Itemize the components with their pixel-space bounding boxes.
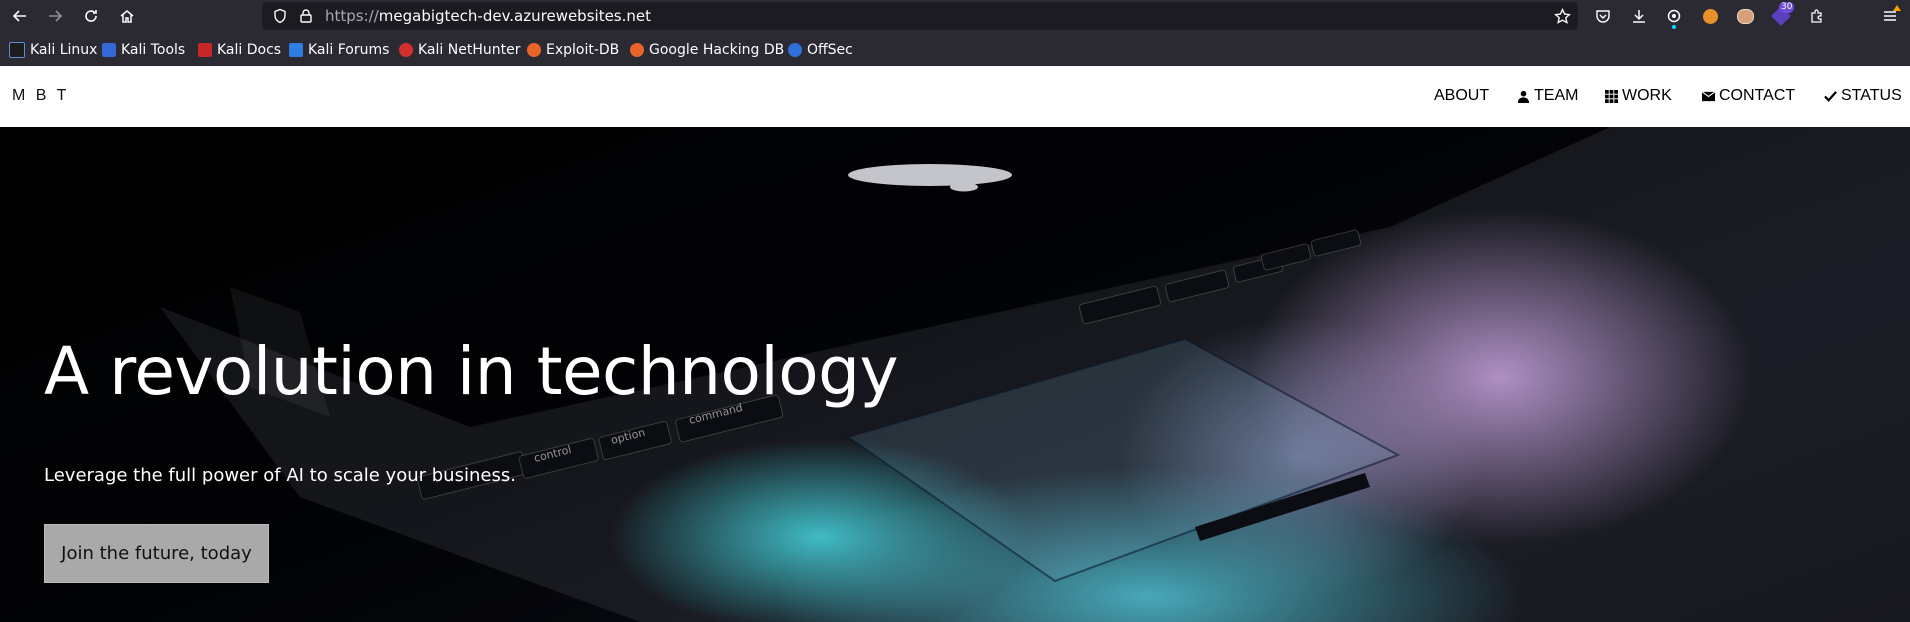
bookmark-kali-linux[interactable]: Kali Linux: [9, 41, 97, 59]
nav-work[interactable]: WORK: [1605, 87, 1672, 105]
check-icon: [1824, 90, 1837, 102]
nav-team[interactable]: TEAM: [1517, 87, 1578, 105]
bookmark-label: Kali Linux: [30, 42, 98, 58]
extensions-button[interactable]: [1805, 4, 1829, 28]
brand-logo[interactable]: M B T: [12, 87, 69, 105]
bookmark-label: Kali Forums: [308, 42, 390, 58]
nethunter-icon: [399, 43, 413, 57]
tracking-protection-shield-icon[interactable]: [272, 8, 288, 24]
nav-about[interactable]: ABOUT: [1434, 87, 1489, 105]
envelope-icon: [1702, 90, 1715, 101]
bookmark-label: Kali Tools: [121, 42, 186, 58]
forward-button[interactable]: [43, 4, 67, 28]
back-button[interactable]: [8, 4, 32, 28]
exploit-db-icon: [527, 43, 541, 57]
extension-button-1[interactable]: [1662, 4, 1686, 29]
bookmark-google-hacking-db[interactable]: Google Hacking DB: [630, 41, 784, 59]
address-bar[interactable]: https://megabigtech-dev.azurewebsites.ne…: [262, 2, 1578, 30]
browser-toolbar: https://megabigtech-dev.azurewebsites.ne…: [0, 0, 1910, 32]
pocket-icon: [1596, 10, 1610, 23]
cookie-extension-icon: [1702, 8, 1718, 24]
kali-forums-icon: [289, 43, 303, 57]
url-text[interactable]: https://megabigtech-dev.azurewebsites.ne…: [325, 7, 651, 25]
extension-gear-icon: [1667, 9, 1681, 23]
offsec-icon: [788, 43, 802, 57]
bookmark-label: Kali Docs: [217, 42, 282, 58]
bookmarks-toolbar: Kali Linux Kali Tools Kali Docs Kali For…: [0, 32, 1910, 67]
reload-icon: [85, 10, 97, 22]
url-scheme: https://: [325, 7, 379, 25]
nav-label: WORK: [1622, 87, 1672, 104]
bookmark-kali-nethunter[interactable]: Kali NetHunter: [399, 41, 520, 59]
bookmark-kali-forums[interactable]: Kali Forums: [289, 41, 389, 59]
puzzle-piece-icon: [1811, 9, 1822, 23]
menu-button[interactable]: [1878, 4, 1902, 28]
site-navbar: M B T ABOUT TEAM WORK CONTACT STATUS: [0, 66, 1910, 127]
home-icon: [120, 10, 134, 23]
forward-arrow-icon: [49, 10, 63, 22]
nav-label: ABOUT: [1434, 87, 1490, 104]
bookmark-label: OffSec: [807, 42, 853, 58]
url-host: megabigtech-dev.azurewebsites.net: [378, 7, 652, 25]
bookmark-kali-docs[interactable]: Kali Docs: [198, 41, 281, 59]
monkey-extension-icon: [1736, 8, 1754, 24]
join-cta-button[interactable]: Join the future, today: [44, 524, 269, 583]
bookmark-label: Kali NetHunter: [418, 42, 521, 58]
back-arrow-icon: [12, 10, 26, 22]
bookmark-star-icon[interactable]: [1554, 8, 1571, 25]
hero-section: control option command A revolution in t…: [0, 127, 1910, 622]
bookmark-kali-tools[interactable]: Kali Tools: [102, 41, 185, 59]
nav-label: CONTACT: [1719, 87, 1796, 104]
nav-status[interactable]: STATUS: [1824, 87, 1902, 105]
update-alert-icon: [1893, 5, 1901, 11]
home-button[interactable]: [115, 4, 139, 28]
reload-button[interactable]: [79, 4, 103, 28]
kali-tools-icon: [102, 43, 116, 57]
bookmark-offsec[interactable]: OffSec: [788, 41, 853, 59]
hero-subtitle: Leverage the full power of AI to scale y…: [44, 465, 516, 486]
extension-button-2[interactable]: [1698, 4, 1722, 28]
kali-docs-icon: [198, 43, 212, 57]
grid-icon: [1605, 89, 1618, 103]
extension-indicator-dot: [1672, 25, 1676, 29]
hero-title: A revolution in technology: [44, 333, 899, 410]
extension-badge: 30: [1779, 2, 1795, 13]
extension-button-3[interactable]: [1733, 4, 1757, 28]
bookmark-exploit-db[interactable]: Exploit-DB: [527, 41, 619, 59]
kali-dragon-icon: [9, 42, 25, 58]
download-icon: [1633, 10, 1645, 23]
lock-icon[interactable]: [298, 8, 314, 24]
nav-label: TEAM: [1534, 87, 1579, 104]
pocket-button[interactable]: [1591, 4, 1615, 28]
user-icon: [1517, 90, 1530, 103]
bookmark-label: Google Hacking DB: [649, 42, 785, 58]
extension-button-4[interactable]: 30: [1769, 2, 1795, 28]
ghdb-icon: [630, 43, 644, 57]
nav-label: STATUS: [1841, 87, 1902, 104]
downloads-button[interactable]: [1627, 4, 1651, 28]
bookmark-label: Exploit-DB: [546, 42, 620, 58]
nav-contact[interactable]: CONTACT: [1702, 87, 1795, 105]
